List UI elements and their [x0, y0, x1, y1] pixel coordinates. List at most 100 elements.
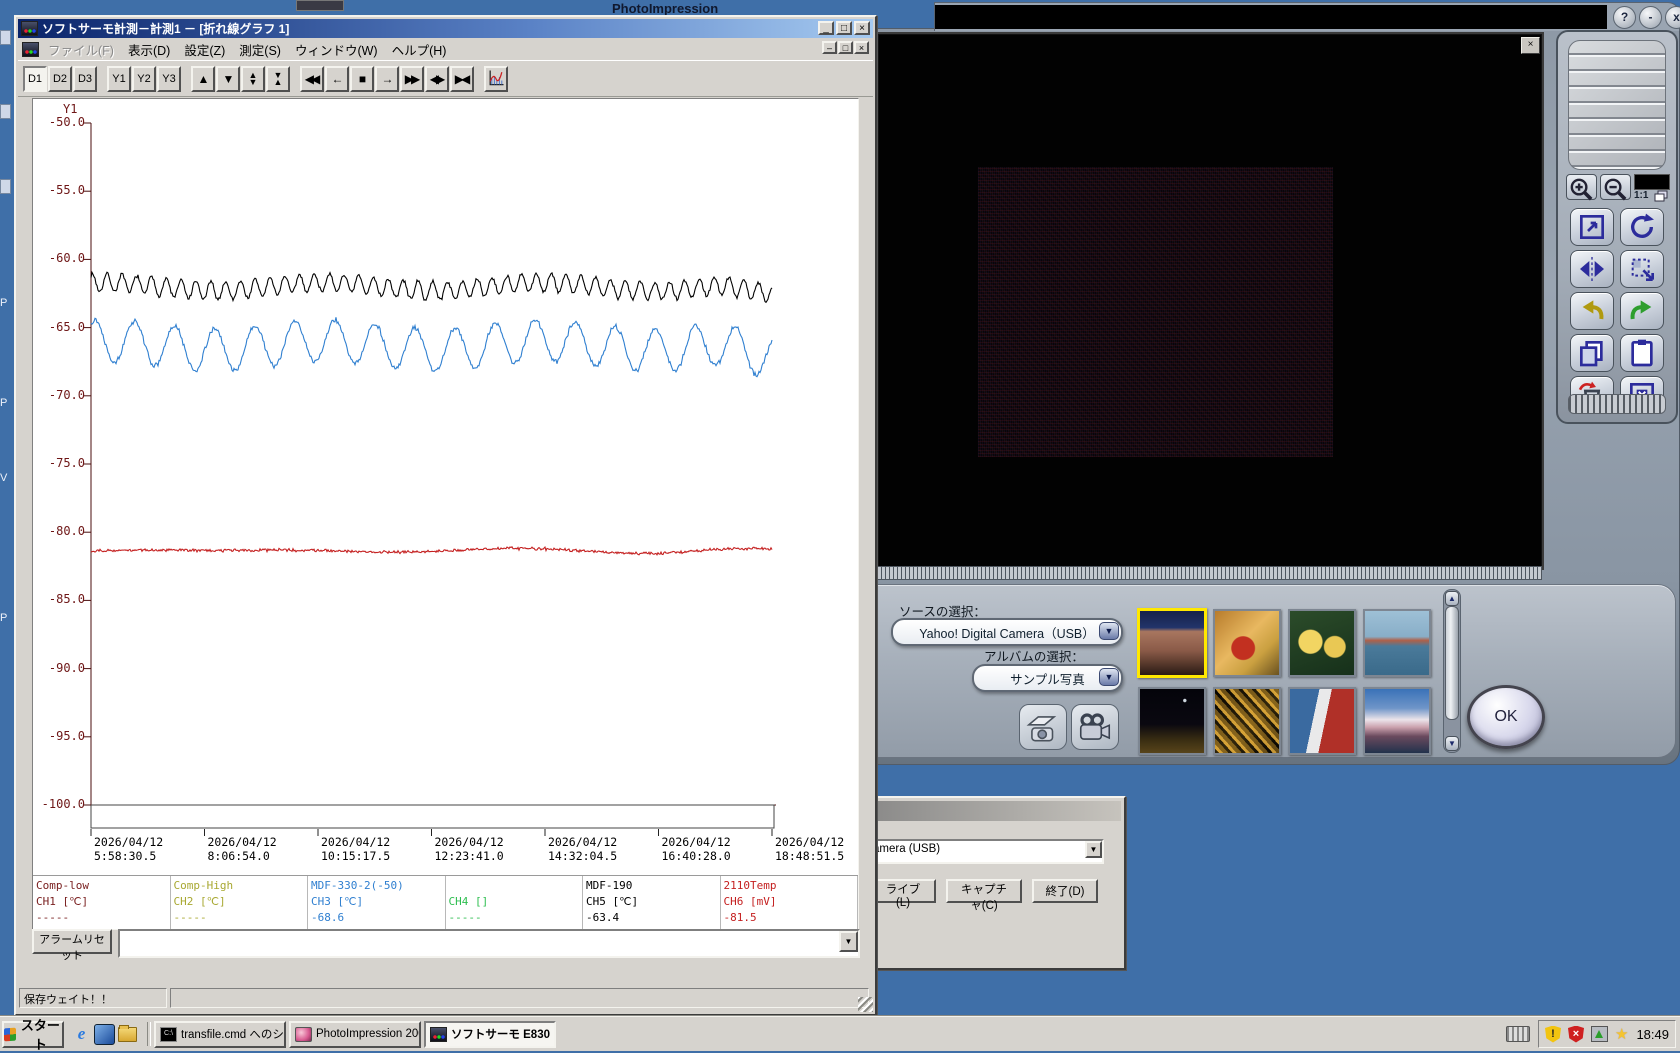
mdi-minimize-icon[interactable]: – [822, 41, 837, 54]
redo-button[interactable] [1620, 292, 1664, 330]
photoimpression-titlebar: ? - x [934, 2, 1680, 31]
desktop-icon-fragment[interactable] [0, 104, 11, 119]
channel-group-button-d3[interactable]: D3 [73, 65, 97, 92]
resize-grip[interactable] [858, 997, 873, 1012]
resize-button[interactable] [1570, 208, 1614, 246]
ok-button[interactable]: OK [1467, 685, 1545, 749]
channel-id: CH4 [] [448, 894, 489, 908]
menu-item[interactable]: ヘルプ(H) [385, 42, 454, 60]
chevron-down-icon[interactable]: ▼ [839, 931, 858, 952]
maximize-icon[interactable]: □ [836, 21, 852, 35]
thumbnail-city[interactable] [1138, 687, 1206, 755]
paste-button[interactable] [1620, 334, 1664, 372]
thumbnail-lighthouse[interactable] [1288, 687, 1356, 755]
close-icon[interactable]: x [1665, 6, 1680, 29]
menu-item[interactable]: 設定(Z) [177, 42, 232, 60]
scroll-up-icon[interactable]: ▲ [191, 65, 215, 92]
thumbnail-flowers[interactable] [1288, 609, 1356, 677]
stop-icon[interactable]: ■ [350, 65, 374, 92]
live-button[interactable]: ライブ(L) [870, 879, 936, 909]
rewind-icon[interactable]: ◀◀ [300, 65, 324, 92]
preview-close-icon[interactable]: × [1521, 37, 1540, 54]
desktop-icon-fragment[interactable] [0, 179, 11, 194]
scanner-source-button[interactable] [1019, 704, 1067, 750]
y-tick-label: -75.0 [48, 456, 85, 470]
menu-item[interactable]: 測定(S) [232, 42, 288, 60]
folder-icon[interactable] [118, 1024, 137, 1042]
app-shortcut-icon[interactable] [94, 1023, 115, 1045]
alarm-reset-button[interactable]: アラームリセット [32, 929, 112, 962]
minimize-icon[interactable]: - [1639, 6, 1662, 29]
toolbox-grip[interactable] [1568, 40, 1666, 170]
y-axis-button-y2[interactable]: Y2 [132, 65, 156, 92]
camera-source-combobox[interactable]: amera (USB) ▼ [868, 839, 1104, 864]
alert-shield-icon[interactable]: ! [1545, 1025, 1561, 1043]
zoom-in-button[interactable] [1566, 174, 1597, 201]
scrollbar-thumb[interactable] [1445, 606, 1459, 720]
expand-horizontal-icon[interactable]: ◀▶ [425, 65, 449, 92]
menu-item[interactable]: ウィンドウ(W) [288, 42, 385, 60]
chevron-down-icon[interactable]: ▼ [1085, 841, 1102, 858]
compress-horizontal-icon[interactable]: ▶◀ [450, 65, 474, 92]
expand-vertical-icon[interactable]: ▲ ▼ [241, 65, 265, 92]
channel-group-button-d2[interactable]: D2 [48, 65, 72, 92]
internet-explorer-icon[interactable]: e [72, 1024, 91, 1044]
camera-preview-image [978, 167, 1333, 457]
console-icon: C:\ [160, 1026, 177, 1042]
task-button[interactable]: C:\ transfile.cmd へのショート... [154, 1020, 286, 1048]
zoom-out-button[interactable] [1600, 174, 1631, 201]
undo-button[interactable] [1570, 292, 1614, 330]
thumbnail-clouds[interactable] [1363, 687, 1431, 755]
minimize-icon[interactable]: _ [818, 21, 834, 35]
capture-button[interactable]: キャプチャ(C) [946, 879, 1022, 912]
camcorder-source-button[interactable] [1071, 704, 1119, 750]
menu-item[interactable]: ファイル(F) [41, 42, 121, 60]
source-select[interactable]: Yahoo! Digital Camera（USB） ▼ [891, 618, 1123, 646]
start-button[interactable]: スタート [2, 1018, 64, 1052]
thumbnail-web[interactable] [1213, 687, 1281, 755]
alarm-message-combobox[interactable]: ▼ [118, 929, 860, 958]
compress-vertical-icon[interactable]: ▼ ▲ [266, 65, 290, 92]
scroll-down-icon[interactable]: ▼ [1445, 736, 1459, 751]
crop-button[interactable] [1620, 250, 1664, 288]
undo-icon [1573, 300, 1611, 330]
chevron-down-icon[interactable]: ▼ [1099, 622, 1119, 640]
window-mode-icon[interactable] [1654, 189, 1668, 202]
thumbnail-canyon[interactable] [1137, 608, 1207, 678]
task-button[interactable]: PhotoImpression 2000 [289, 1020, 421, 1048]
graph-tool-button[interactable] [484, 65, 508, 92]
thumbnail-harbor[interactable] [1363, 609, 1431, 677]
y-axis-button-y3[interactable]: Y3 [157, 65, 181, 92]
scroll-down-icon[interactable]: ▼ [216, 65, 240, 92]
task-button[interactable]: ソフトサーモ E830 [424, 1020, 556, 1048]
desktop-icon-label: P [0, 612, 8, 624]
flip-button[interactable] [1570, 250, 1614, 288]
copy-button[interactable] [1570, 334, 1614, 372]
mdi-restore-icon[interactable]: □ [838, 41, 853, 54]
rotate-button[interactable] [1620, 208, 1664, 246]
thumbnail-scrollbar[interactable]: ▲ ▼ [1443, 589, 1461, 753]
menu-item[interactable]: 表示(D) [121, 42, 177, 60]
safe-removal-icon[interactable] [1591, 1026, 1608, 1042]
keyboard-layout-icon[interactable] [1506, 1026, 1530, 1042]
album-select[interactable]: サンプル写真 ▼ [972, 664, 1123, 692]
task-label: transfile.cmd へのショート... [181, 1029, 284, 1041]
error-shield-icon[interactable]: × [1568, 1025, 1584, 1043]
y-axis-button-y1[interactable]: Y1 [107, 65, 131, 92]
mdi-close-icon[interactable]: × [854, 41, 869, 54]
help-icon[interactable]: ? [1613, 6, 1636, 29]
exit-button[interactable]: 終了(D) [1032, 879, 1098, 903]
copy-icon [1573, 341, 1611, 372]
close-icon[interactable]: × [854, 21, 870, 35]
thumbnail-bird[interactable] [1213, 609, 1281, 677]
desktop-icon-fragment[interactable] [0, 30, 11, 45]
thermo-titlebar[interactable]: ソフトサーモ計測－計測1 － [折れ線グラフ 1] _ □ × [18, 19, 873, 38]
channel-group-button-d1[interactable]: D1 [23, 65, 47, 92]
step-back-icon[interactable]: ← [325, 65, 349, 92]
step-forward-icon[interactable]: → [375, 65, 399, 92]
x-tick-label: 2026/04/12 5:58:30.5 [94, 835, 164, 863]
scroll-up-icon[interactable]: ▲ [1445, 591, 1459, 606]
star-icon[interactable]: ★ [1615, 1025, 1628, 1043]
chevron-down-icon[interactable]: ▼ [1099, 668, 1119, 686]
fast-forward-icon[interactable]: ▶▶ [400, 65, 424, 92]
